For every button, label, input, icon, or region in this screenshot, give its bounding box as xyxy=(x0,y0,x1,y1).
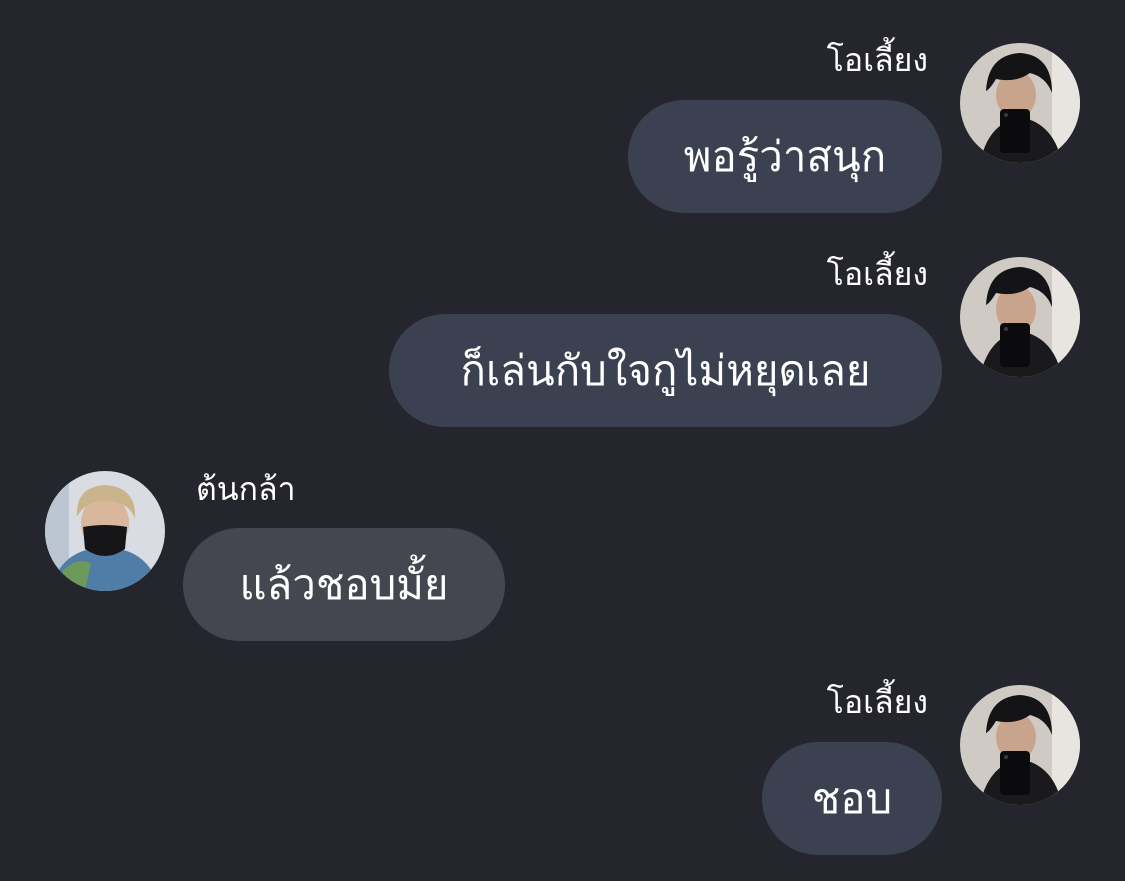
message-text: ก็เล่นกับใจกูไม่หยุดเลย xyxy=(460,346,871,395)
message-text: พอรู้ว่าสนุก xyxy=(683,132,887,181)
avatar-oliang[interactable] xyxy=(960,685,1080,805)
message-bubble[interactable]: ชอบ xyxy=(762,742,942,855)
sender-name: โอเลี้ยง xyxy=(826,255,928,293)
message-bubble[interactable]: ก็เล่นกับใจกูไม่หยุดเลย xyxy=(389,314,942,427)
avatar-oliang[interactable] xyxy=(960,257,1080,377)
avatar-tonkla[interactable] xyxy=(45,471,165,591)
message-bubble[interactable]: แล้วชอบมั้ย xyxy=(183,528,505,641)
avatar-photo xyxy=(960,257,1080,377)
avatar-photo xyxy=(960,43,1080,163)
message-bubble[interactable]: พอรู้ว่าสนุก xyxy=(628,100,942,213)
sender-name: โอเลี้ยง xyxy=(826,683,928,721)
avatar-photo xyxy=(960,685,1080,805)
message-text: ชอบ xyxy=(811,774,893,823)
sender-name: โอเลี้ยง xyxy=(826,41,928,79)
avatar-photo xyxy=(45,471,165,591)
sender-name: ต้นกล้า xyxy=(196,470,296,508)
avatar-oliang[interactable] xyxy=(960,43,1080,163)
message-text: แล้วชอบมั้ย xyxy=(239,560,449,609)
